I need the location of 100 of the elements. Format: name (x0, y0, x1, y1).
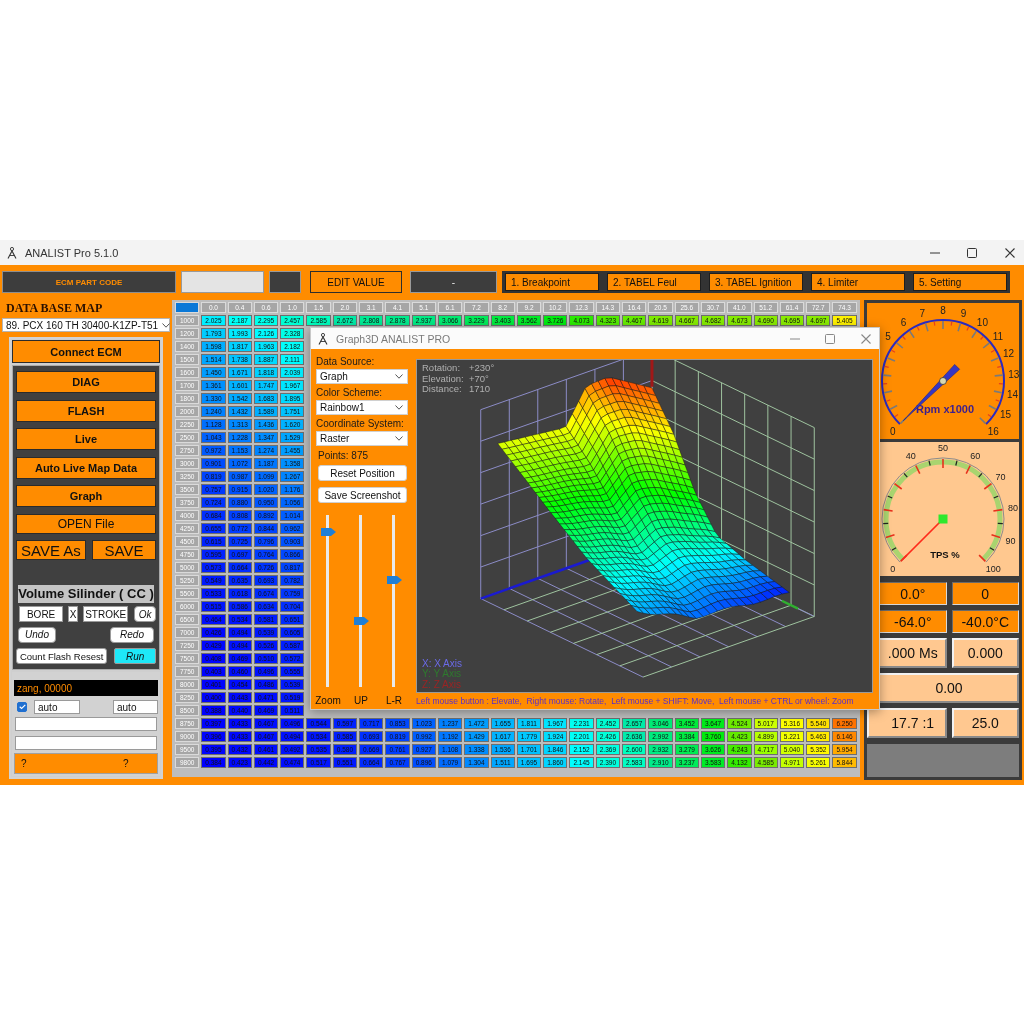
gauge-label: 40 (905, 450, 916, 461)
field-label: Data Source: (316, 356, 376, 367)
readout-value: -40.0°C (951, 610, 1019, 633)
count-flash-reset-button[interactable]: Count Flash Resest (16, 648, 108, 664)
view-value: +230° (469, 363, 495, 374)
app-logo-icon (7, 246, 17, 259)
gauge-label: 15 (1000, 409, 1012, 420)
menu-button[interactable]: 1. Breakpoint (505, 273, 599, 291)
readout-value: 0.000 (951, 638, 1019, 668)
readout-value: 17.7 :1 (867, 708, 947, 738)
view-label: Distance: (422, 384, 463, 395)
sidebar-button[interactable]: Auto Live Map Data (16, 456, 156, 479)
gauge-label: 12 (1003, 348, 1015, 360)
ok-button[interactable]: Ok (134, 606, 156, 622)
gauge-label: 0 (890, 564, 896, 575)
status-text: ? (123, 758, 130, 769)
gauge-title: Rpm x1000 (915, 403, 975, 415)
view-label: Elevation: (422, 373, 465, 384)
axis-legend-label: X: X Axis (422, 658, 462, 669)
gauge-label: 16 (987, 425, 999, 437)
chevron-down-icon (395, 405, 403, 410)
gauge-label: 9 (960, 307, 967, 319)
gauge-label: 0 (890, 425, 896, 437)
connect-button[interactable]: Connect ECM (12, 340, 160, 363)
gauge-label: 70 (995, 472, 1006, 483)
text-field[interactable] (15, 736, 157, 750)
gauge-label: 60 (970, 450, 981, 461)
gauge-label: 50 (938, 443, 948, 453)
console-output: zang, 00000 (14, 680, 158, 696)
z-axis-line (650, 360, 654, 387)
checkmark-icon (18, 704, 26, 710)
bore-field[interactable]: BORE (19, 606, 64, 622)
gauge-label: 100 (985, 564, 1001, 575)
gauge-label: 11 (992, 330, 1004, 342)
dialog-button[interactable]: Save Screenshot (318, 487, 407, 503)
redo-button[interactable]: Redo (110, 626, 154, 643)
window-title: ANALIST Pro 5.1.0 (25, 246, 119, 259)
option-dropdown[interactable]: Raster (316, 431, 408, 446)
gauge-label: 90 (1005, 535, 1016, 546)
menu-button[interactable]: 3. TABEL Ignition (709, 273, 803, 291)
save-button[interactable]: SAVE (92, 540, 156, 560)
chevron-down-icon (162, 322, 171, 328)
chevron-down-icon (395, 374, 403, 379)
menu-button[interactable]: 4. Limiter (811, 273, 905, 291)
gauge-label: 5 (885, 330, 891, 342)
gauge-label: 10 (976, 316, 988, 328)
gauge-label: 7 (919, 307, 926, 319)
sidebar-button[interactable]: FLASH (16, 399, 156, 422)
points-label: Points: 875 (317, 450, 370, 461)
view-label: Rotation: (422, 363, 462, 374)
app-logo-icon (318, 332, 328, 345)
auto-field[interactable]: auto (113, 700, 158, 714)
times-sign: X (68, 606, 79, 622)
gauge-label: 8 (940, 304, 946, 316)
sidebar-button[interactable]: Live (16, 428, 156, 450)
option-dropdown[interactable]: Graph (316, 369, 408, 384)
gauge-needle (901, 514, 948, 561)
table-corner (175, 302, 200, 313)
mouse-hint-text: Left mouse button : Elevate, Right mouse: Rotate, Left mouse + SHIFT: Move, Left mouse + CTRL or wheel: Zoom (416, 696, 855, 707)
gauge-label: 80 (1008, 502, 1019, 513)
gauge-label: 14 (1007, 389, 1019, 401)
dialog-button[interactable]: Reset Position (318, 465, 407, 481)
view-value: 1710 (469, 384, 492, 395)
undo-button[interactable]: Undo (18, 626, 56, 643)
view-value: +70° (469, 373, 490, 384)
ecm-part-code-button[interactable]: ECM PART CODE (2, 271, 176, 293)
y-axis-line (781, 599, 799, 610)
slider-label: Zoom (315, 695, 341, 706)
status-display (269, 271, 301, 293)
sidebar-button[interactable]: Graph (16, 485, 156, 507)
run-button[interactable]: Run (114, 648, 156, 664)
dialog-title: Graph3D ANALIST PRO (336, 332, 451, 345)
sidebar-button[interactable]: DIAG (16, 371, 156, 393)
axis-legend-label: Z: Z Axis (422, 679, 461, 690)
stroke-field[interactable]: STROKE (83, 606, 129, 622)
gauge-title: TPS % (930, 548, 960, 560)
gauge-label: 13 (1008, 368, 1019, 380)
text-field[interactable] (15, 717, 157, 731)
close-icon[interactable] (1005, 247, 1015, 258)
open-file-button[interactable]: OPEN File (16, 513, 156, 534)
checkbox[interactable] (17, 702, 27, 712)
value-display: - (410, 271, 497, 293)
slider-thumb[interactable] (320, 528, 336, 537)
edit-value-button[interactable]: EDIT VALUE (310, 271, 402, 293)
database-heading: DATA BASE MAP (6, 302, 104, 315)
part-code-field[interactable] (181, 271, 264, 293)
gauge-label: 6 (900, 316, 907, 328)
maximize-icon[interactable] (967, 247, 977, 258)
database-dropdown[interactable]: 89. PCX 160 TH 30400-K1ZP-T51 (2, 318, 170, 332)
field-label: Color Scheme: (316, 387, 384, 398)
chevron-down-icon (395, 436, 403, 441)
auto-field[interactable]: auto (34, 700, 80, 714)
slider-thumb[interactable] (353, 616, 369, 625)
option-dropdown[interactable]: Rainbow1 (316, 400, 408, 415)
save-button[interactable]: SAVE As (16, 540, 86, 560)
field-label: Coordinate System: (316, 418, 405, 429)
readout-value: 0 (951, 582, 1019, 605)
menu-button[interactable]: 5. Setting (913, 273, 1007, 291)
slider-thumb[interactable] (386, 575, 402, 584)
menu-button[interactable]: 2. TABEL Feul (607, 273, 701, 291)
